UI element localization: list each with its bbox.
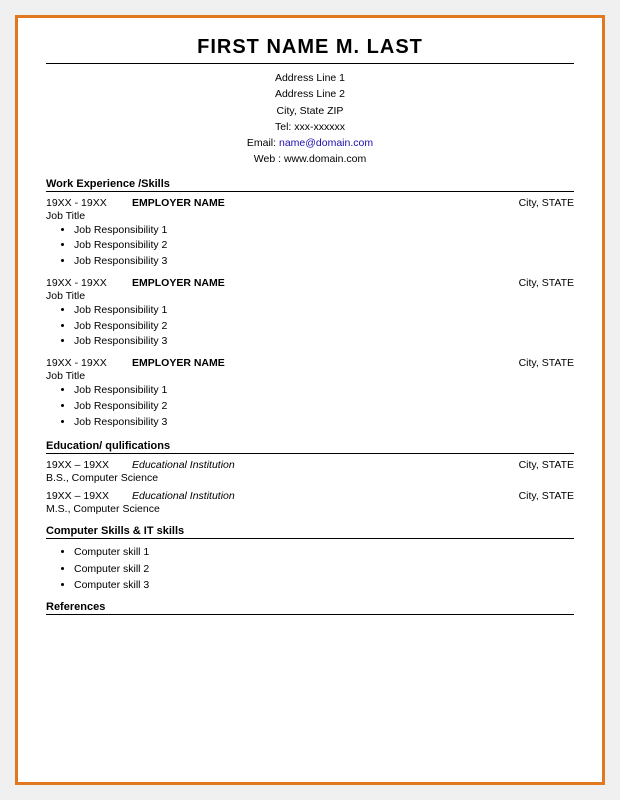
list-item: Job Responsibility 1 xyxy=(74,303,574,319)
job-entry-2: 19XX - 19XX EMPLOYER NAME City, STATE Jo… xyxy=(46,277,574,350)
computer-skills-header: Computer Skills & IT skills xyxy=(46,525,574,537)
edu1-dates: 19XX – 19XX xyxy=(46,459,114,471)
resume-document: FIRST NAME M. LAST Address Line 1 Addres… xyxy=(18,18,602,782)
references-divider xyxy=(46,614,574,615)
job-entry-1: 19XX - 19XX EMPLOYER NAME City, STATE Jo… xyxy=(46,197,574,270)
address-line1: Address Line 1 xyxy=(46,70,574,86)
edu2-degree: M.S., Computer Science xyxy=(46,503,574,515)
list-item: Job Responsibility 3 xyxy=(74,334,574,350)
edu1-degree: B.S., Computer Science xyxy=(46,472,574,484)
list-item: Computer skill 2 xyxy=(74,561,574,577)
list-item: Job Responsibility 3 xyxy=(74,254,574,270)
edu-line-2: 19XX – 19XX Educational Institution City… xyxy=(46,490,574,502)
email-line: Email: name@domain.com xyxy=(46,135,574,151)
edu2-location: City, STATE xyxy=(519,490,574,502)
job-line-1: 19XX - 19XX EMPLOYER NAME City, STATE xyxy=(46,197,574,209)
address-line2: Address Line 2 xyxy=(46,86,574,102)
work-experience-divider xyxy=(46,191,574,192)
job-line-3: 19XX - 19XX EMPLOYER NAME City, STATE xyxy=(46,357,574,369)
edu-line-1: 19XX – 19XX Educational Institution City… xyxy=(46,459,574,471)
job-line-2: 19XX - 19XX EMPLOYER NAME City, STATE xyxy=(46,277,574,289)
computer-skills-divider xyxy=(46,538,574,539)
list-item: Job Responsibility 1 xyxy=(74,223,574,239)
name-divider xyxy=(46,63,574,64)
list-item: Job Responsibility 1 xyxy=(74,383,574,399)
job3-dates: 19XX - 19XX xyxy=(46,357,114,369)
list-item: Job Responsibility 2 xyxy=(74,319,574,335)
job2-location: City, STATE xyxy=(519,277,574,289)
list-item: Job Responsibility 3 xyxy=(74,415,574,431)
job1-employer: EMPLOYER NAME xyxy=(132,197,225,209)
contact-info: Address Line 1 Address Line 2 City, Stat… xyxy=(46,70,574,168)
resume-border: FIRST NAME M. LAST Address Line 1 Addres… xyxy=(15,15,605,785)
job-entry-3: 19XX - 19XX EMPLOYER NAME City, STATE Jo… xyxy=(46,357,574,430)
edu-entry-1: 19XX – 19XX Educational Institution City… xyxy=(46,459,574,484)
job2-title: Job Title xyxy=(46,290,574,302)
job3-title: Job Title xyxy=(46,370,574,382)
applicant-name: FIRST NAME M. LAST xyxy=(46,36,574,59)
job1-responsibilities: Job Responsibility 1 Job Responsibility … xyxy=(46,223,574,270)
education-header: Education/ qulifications xyxy=(46,440,574,452)
computer-skills-section: Computer Skills & IT skills Computer ski… xyxy=(46,525,574,593)
job2-employer: EMPLOYER NAME xyxy=(132,277,225,289)
job2-dates: 19XX - 19XX xyxy=(46,277,114,289)
city-state-zip: City, State ZIP xyxy=(46,103,574,119)
education-divider xyxy=(46,453,574,454)
edu1-location: City, STATE xyxy=(519,459,574,471)
edu2-dates: 19XX – 19XX xyxy=(46,490,114,502)
list-item: Computer skill 1 xyxy=(74,544,574,560)
work-experience-header: Work Experience /Skills xyxy=(46,178,574,190)
job1-title: Job Title xyxy=(46,210,574,222)
edu-entry-2: 19XX – 19XX Educational Institution City… xyxy=(46,490,574,515)
references-header: References xyxy=(46,601,574,613)
skills-list: Computer skill 1 Computer skill 2 Comput… xyxy=(46,544,574,593)
list-item: Job Responsibility 2 xyxy=(74,238,574,254)
job1-location: City, STATE xyxy=(519,197,574,209)
tel: Tel: xxx-xxxxxx xyxy=(46,119,574,135)
job1-dates: 19XX - 19XX xyxy=(46,197,114,209)
email-link[interactable]: name@domain.com xyxy=(279,137,373,149)
web-line: Web : www.domain.com xyxy=(46,151,574,167)
education-section: Education/ qulifications 19XX – 19XX Edu… xyxy=(46,440,574,515)
list-item: Computer skill 3 xyxy=(74,577,574,593)
email-label: Email: xyxy=(247,137,276,149)
web-label: Web : xyxy=(254,153,281,165)
job2-responsibilities: Job Responsibility 1 Job Responsibility … xyxy=(46,303,574,350)
job3-location: City, STATE xyxy=(519,357,574,369)
work-experience-section: Work Experience /Skills 19XX - 19XX EMPL… xyxy=(46,178,574,431)
list-item: Job Responsibility 2 xyxy=(74,399,574,415)
job3-employer: EMPLOYER NAME xyxy=(132,357,225,369)
edu1-institution: Educational Institution xyxy=(132,459,235,471)
edu2-institution: Educational Institution xyxy=(132,490,235,502)
web-value: www.domain.com xyxy=(284,153,366,165)
references-section: References xyxy=(46,601,574,615)
job3-responsibilities: Job Responsibility 1 Job Responsibility … xyxy=(46,383,574,430)
